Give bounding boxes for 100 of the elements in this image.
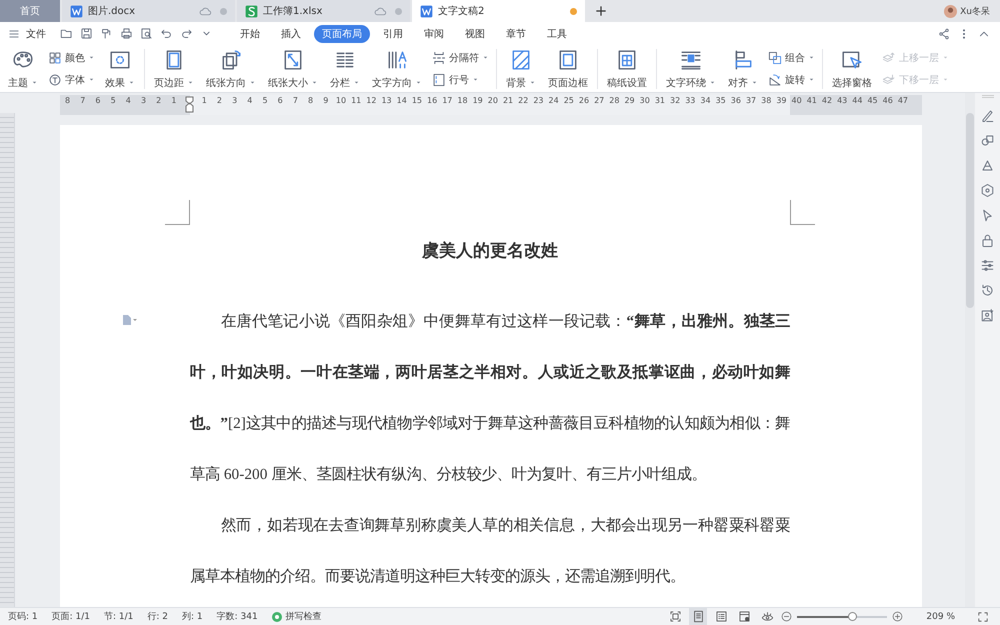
ribbon-button[interactable]: 页面边框 (546, 46, 590, 90)
ribbon-button[interactable]: 稿纸设置 (605, 46, 649, 90)
circle-icon (48, 72, 62, 86)
menu-tab[interactable]: 页面布局 (314, 24, 370, 42)
sidebar-button[interactable] (980, 233, 995, 248)
ruler-number: 8 (307, 96, 314, 107)
sidebar-button[interactable] (980, 183, 995, 198)
user-name[interactable]: Xu冬呆 (960, 4, 990, 18)
caret-icon (529, 79, 536, 86)
sidebar-button[interactable] (980, 258, 995, 273)
ruler-number: 8 (64, 96, 72, 107)
avatar[interactable] (944, 4, 958, 18)
ruler-number: 4 (124, 96, 132, 107)
document-tab[interactable]: 图片.docx (62, 0, 235, 22)
spell-check-button[interactable]: 拼写检查 (272, 610, 322, 623)
ruler-number: 34 (699, 96, 712, 107)
ribbon-button[interactable]: 页边距 (152, 46, 196, 90)
ruler-number: 1 (170, 96, 178, 107)
pages-icon (220, 48, 242, 70)
sidebar-button[interactable] (980, 108, 995, 123)
zoom-in-button[interactable] (892, 611, 904, 622)
pane-cursor-icon (841, 48, 863, 70)
ribbon-button[interactable]: 选择窗格 (830, 46, 874, 90)
ribbon-button[interactable]: 颜色 (48, 50, 95, 64)
caret-icon (942, 76, 949, 83)
ribbon-button[interactable]: 文字环绕 (664, 46, 718, 90)
scrollbar-thumb[interactable] (966, 113, 974, 308)
indent-marker[interactable] (184, 96, 194, 114)
pen-icon (980, 108, 995, 123)
ruler-number: 27 (593, 96, 606, 107)
ribbon-button[interactable]: 字体 (48, 72, 95, 86)
ruler-number: 5 (261, 96, 269, 107)
margin-corner-mark (790, 200, 815, 225)
group-icon (768, 50, 782, 64)
brush-icon (100, 27, 112, 40)
sidebar-button[interactable] (980, 158, 995, 173)
ruler-number: 23 (532, 96, 544, 107)
ruler-number: 40 (790, 96, 803, 107)
sidebar-button[interactable] (980, 133, 995, 148)
lock-icon (980, 233, 995, 248)
caret-icon (353, 79, 360, 86)
ruler-number: 18 (456, 96, 469, 107)
plus-icon (595, 5, 607, 17)
ruler-number: 47 (896, 96, 909, 107)
sliders-icon (980, 258, 995, 273)
image-frame-icon (980, 308, 995, 323)
ruler-number: 15 (410, 96, 423, 107)
view-button[interactable] (689, 608, 708, 625)
menu-tab[interactable]: 章节 (498, 24, 534, 42)
ribbon-button[interactable]: 分栏 (328, 46, 362, 90)
ribbon-button[interactable]: 旋转 (768, 72, 815, 86)
ribbon-button[interactable]: 行号 (432, 72, 489, 86)
open-folder-icon (60, 27, 72, 40)
ruler-number: 1 (200, 96, 208, 107)
outline-view-icon (714, 610, 728, 623)
slider-thumb[interactable] (848, 612, 858, 620)
sidebar-button[interactable] (980, 283, 995, 298)
vertical-lines-icon (386, 48, 408, 70)
ruler-number: 36 (730, 96, 742, 107)
document-icon (70, 4, 83, 18)
spreadsheet-icon (245, 4, 258, 18)
preview-icon (140, 27, 152, 40)
ribbon-button[interactable]: 组合 (768, 50, 815, 64)
menu-tab[interactable]: 视图 (457, 24, 493, 42)
status-text: 页面: 1/1 (52, 611, 90, 623)
file-menu-button[interactable]: 文件 (8, 26, 46, 40)
sidebar-button[interactable] (980, 308, 995, 323)
undo-icon (160, 27, 172, 40)
margin-corner-mark (165, 200, 190, 225)
ruler-number: 32 (669, 96, 682, 107)
cone-icon (980, 158, 995, 173)
ribbon-button[interactable]: 对齐 (726, 46, 760, 90)
ruler-number: 28 (608, 96, 620, 107)
menu-tab[interactable]: 工具 (539, 24, 575, 42)
ruler-number: 31 (654, 96, 666, 107)
zoom-out-button[interactable] (781, 611, 792, 622)
ruler-number: 22 (517, 96, 530, 107)
ruler-number: 21 (502, 96, 514, 107)
hexagon-icon (980, 183, 995, 198)
ribbon-button[interactable]: 效果 (103, 46, 137, 90)
menu-tab[interactable]: 开始 (232, 24, 268, 42)
ribbon-button[interactable]: 背景 (504, 46, 538, 90)
menu-tab[interactable]: 引用 (375, 24, 411, 42)
menu-tab[interactable]: 插入 (273, 24, 309, 42)
ribbon-button[interactable]: 纸张大小 (266, 46, 320, 90)
document-tab[interactable]: 工作簿1.xlsx (237, 0, 410, 22)
ruler-number: 30 (638, 96, 651, 107)
document-tab[interactable]: 文字文稿2 (412, 0, 585, 22)
ruler-number: 37 (744, 96, 758, 107)
menu-tab[interactable]: 审阅 (416, 24, 452, 42)
ruler-number: 16 (426, 96, 438, 107)
caret-icon (808, 76, 815, 83)
ruler-number: 5 (110, 96, 117, 107)
ribbon-button[interactable]: 纸张方向 (204, 46, 258, 90)
ribbon-button[interactable]: 文字方向 (370, 46, 424, 90)
scrollbar[interactable] (965, 93, 975, 607)
ribbon-button[interactable]: 主题 (6, 46, 40, 90)
ribbon-button[interactable]: 分隔符 (432, 50, 489, 64)
paragraph: 然而，如若现在去查询舞草别称虞美人草的相关信息，大都会出现另一种罂粟科罂粟属草本植物的介绍。而要说清道明这种巨大转变的源头，还需追溯到明代。 (190, 516, 790, 587)
ruler-number: 2 (216, 96, 224, 107)
